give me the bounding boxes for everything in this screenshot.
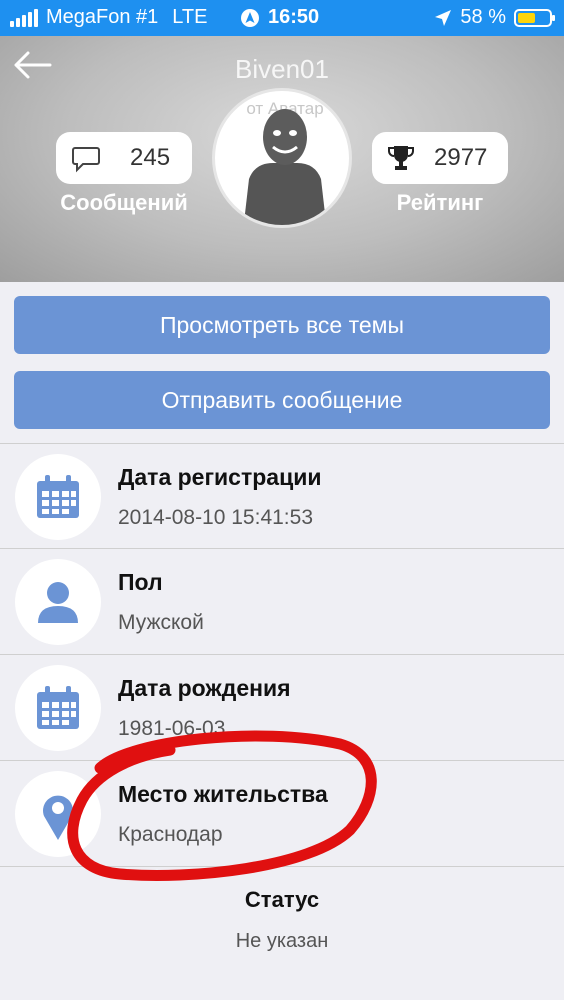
info-row-registration: Дата регистрации 2014-08-10 15:41:53: [0, 443, 564, 548]
person-icon: [38, 582, 78, 623]
avatar-figure-icon: [243, 109, 327, 225]
network-type: LTE: [172, 6, 208, 28]
send-message-button[interactable]: Отправить сообщение: [14, 371, 550, 429]
birthdate-icon-circle: [15, 665, 101, 751]
location-arrow-icon: [435, 9, 452, 26]
rating-count: 2977: [434, 144, 488, 171]
calendar-icon: [37, 686, 79, 729]
messages-count: 245: [130, 144, 171, 171]
view-all-topics-button[interactable]: Просмотреть все темы: [14, 296, 550, 354]
profile-header: Biven01 245 Сообщений 2977 Рейтинг от Ав…: [0, 36, 564, 282]
info-row-gender: Пол Мужской: [0, 548, 564, 653]
gender-value: Мужской: [118, 611, 204, 634]
messages-stat[interactable]: 245: [56, 132, 192, 184]
registration-value: 2014-08-10 15:41:53: [118, 506, 313, 529]
battery-percent: 58 %: [460, 6, 506, 28]
screen-lock-icon: [241, 8, 259, 27]
status-label: Статус: [244, 887, 320, 912]
clock: 16:50: [268, 6, 320, 28]
carrier-name: MegaFon #1: [46, 6, 159, 28]
profile-username: Biven01: [235, 54, 329, 84]
gender-icon-circle: [15, 559, 101, 645]
info-row-location: Место жительства Краснодар: [0, 760, 564, 865]
status-center: 16:50: [240, 6, 319, 29]
gender-label: Пол: [118, 569, 163, 595]
rating-stat[interactable]: 2977: [372, 132, 508, 184]
birthdate-label: Дата рождения: [118, 675, 291, 701]
rating-label: Рейтинг: [396, 190, 484, 215]
status-bar: MegaFon #1 LTE 16:50 58 %: [0, 0, 564, 36]
signal-icon: [10, 8, 38, 27]
location-icon-circle: [15, 771, 101, 857]
avatar[interactable]: от Аватар: [212, 88, 352, 228]
status-right: 58 %: [434, 6, 555, 29]
trophy-icon: [388, 146, 414, 170]
calendar-icon: [37, 475, 79, 518]
info-row-birthdate: Дата рождения 1981-06-03: [0, 654, 564, 759]
registration-label: Дата регистрации: [118, 464, 322, 490]
registration-icon-circle: [15, 454, 101, 540]
message-bubble-icon: [72, 147, 100, 173]
battery-fill: [518, 12, 535, 23]
location-label: Место жительства: [118, 781, 328, 807]
location-value: Краснодар: [118, 823, 223, 846]
status-value: Не указан: [235, 930, 329, 952]
messages-label: Сообщений: [60, 190, 188, 215]
location-pin-icon: [43, 795, 73, 840]
birthdate-value: 1981-06-03: [118, 717, 226, 740]
battery-icon: [514, 8, 555, 27]
status-block: Статус Не указан: [0, 866, 564, 1000]
status-left: MegaFon #1 LTE: [10, 6, 208, 29]
